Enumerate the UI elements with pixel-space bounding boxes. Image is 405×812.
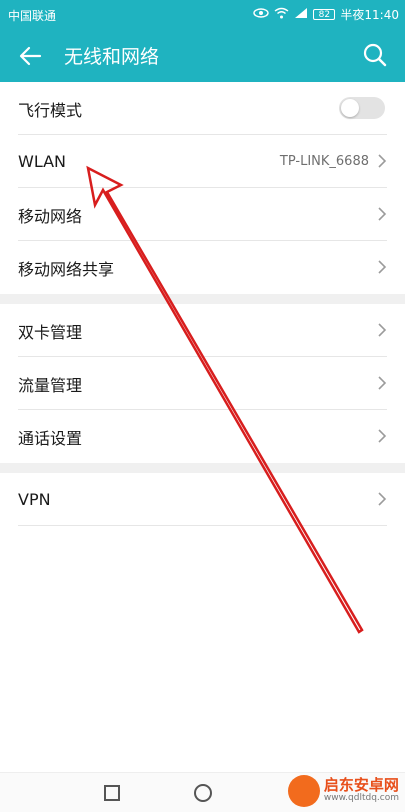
red-arrow-annotation [86, 165, 364, 634]
watermark-logo [287, 775, 320, 807]
watermark-title: 启东安卓网 [323, 776, 399, 795]
watermark-url: www.qdltdq.com [323, 793, 399, 804]
recent-apps-icon[interactable] [104, 785, 120, 801]
watermark: 启东安卓网 www.qdltdq.com [287, 773, 399, 809]
watermark-text: 启东安卓网 www.qdltdq.com [324, 778, 399, 803]
home-icon[interactable] [194, 784, 212, 802]
